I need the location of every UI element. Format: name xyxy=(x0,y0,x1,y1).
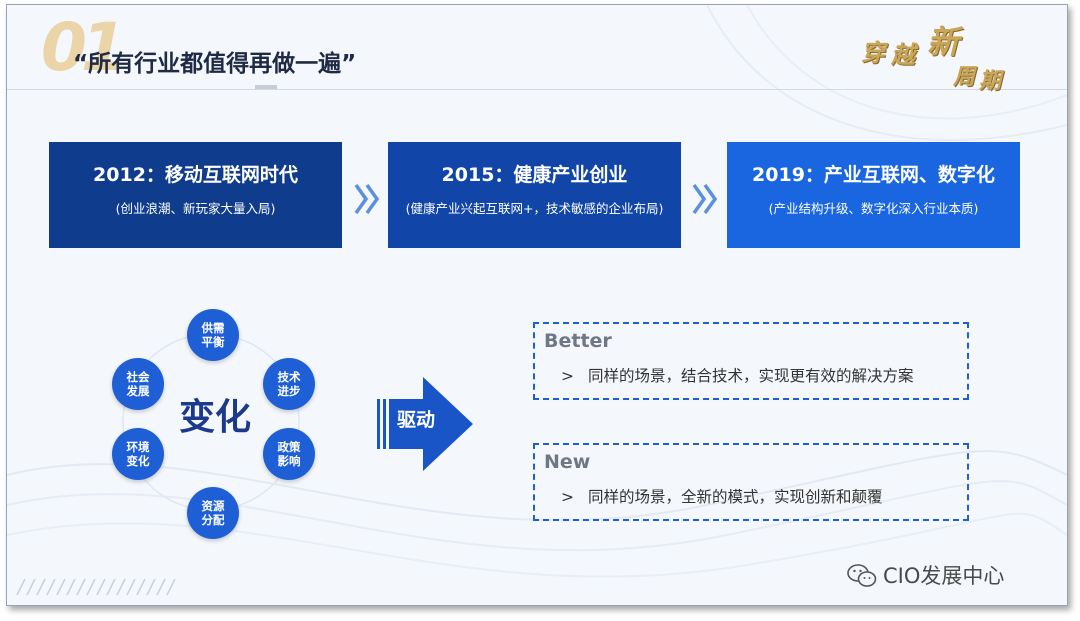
logo-char: 穿 xyxy=(861,38,885,67)
bullet-marker: > xyxy=(561,488,574,506)
outcome-box-new: New > 同样的场景，全新的模式，实现创新和颠覆 xyxy=(533,443,969,521)
outcome-text: > 同样的场景，全新的模式，实现创新和颠覆 xyxy=(561,488,883,506)
factor-circle: 供需 平衡 xyxy=(187,309,239,361)
factor-circle: 政策 影响 xyxy=(263,428,315,480)
era-subtitle: (产业结构升级、数字化深入行业本质) xyxy=(768,201,979,216)
era-title: 2015：健康产业创业 xyxy=(441,164,628,186)
factor-ring xyxy=(122,333,300,511)
bullet-marker: > xyxy=(561,367,574,385)
logo-char: 期 xyxy=(979,68,1002,94)
logo-char: 周 xyxy=(953,64,976,90)
double-chevron-icon xyxy=(692,183,718,215)
era-box-2019: 2019：产业互联网、数字化 (产业结构升级、数字化深入行业本质) xyxy=(727,142,1020,248)
era-title: 2019：产业互联网、数字化 xyxy=(752,164,995,186)
drive-label: 驱动 xyxy=(397,409,436,431)
factor-circle: 社会 发展 xyxy=(112,358,164,410)
center-label: 变化 xyxy=(179,397,252,438)
slide: 01 “所有行业都值得再做一遍” 穿 越 新 周 期 2012：移动互联网时代 … xyxy=(6,4,1068,606)
logo-char: 新 xyxy=(927,23,960,61)
outcome-box-better: Better > 同样的场景，结合技术，实现更有效的解决方案 xyxy=(533,322,969,400)
outcome-heading: New xyxy=(544,451,591,473)
era-box-2015: 2015：健康产业创业 (健康产业兴起互联网+，技术敏感的企业布局) xyxy=(388,142,681,248)
double-chevron-icon xyxy=(354,183,380,215)
era-subtitle: (健康产业兴起互联网+，技术敏感的企业布局) xyxy=(405,201,664,216)
factor-circle: 资源 分配 xyxy=(187,487,239,539)
factor-circle: 技术 进步 xyxy=(263,358,315,410)
outcome-text: > 同样的场景，结合技术，实现更有效的解决方案 xyxy=(561,367,914,385)
outcome-description: 同样的场景，全新的模式，实现创新和颠覆 xyxy=(588,488,883,506)
factor-circle: 环境 变化 xyxy=(112,428,164,480)
outcome-description: 同样的场景，结合技术，实现更有效的解决方案 xyxy=(588,367,914,385)
logo-char: 越 xyxy=(891,40,915,69)
hatch-decoration xyxy=(16,578,176,596)
watermark: CIO发展中心 xyxy=(847,563,1004,589)
brand-logo: 穿 越 新 周 期 xyxy=(857,17,1007,97)
wechat-icon xyxy=(847,564,877,587)
watermark-text: CIO发展中心 xyxy=(883,563,1005,588)
outcome-heading: Better xyxy=(544,330,612,352)
